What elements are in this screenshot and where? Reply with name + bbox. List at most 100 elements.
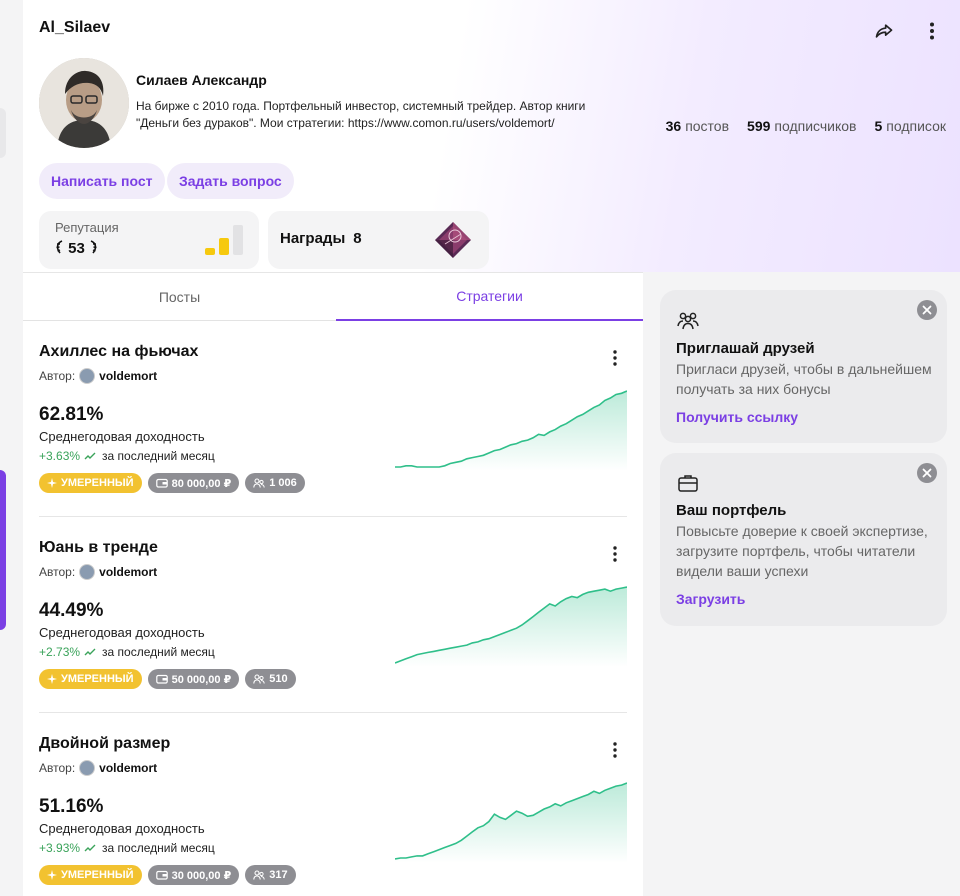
- close-icon: [922, 468, 932, 478]
- author-name[interactable]: voldemort: [99, 369, 157, 383]
- portfolio-title: Ваш портфель: [676, 502, 787, 519]
- month-change-value: +3.93%: [39, 841, 81, 855]
- reputation-card[interactable]: Репутация 53: [39, 211, 259, 269]
- posts-stat[interactable]: 36 постов: [666, 118, 729, 134]
- upload-portfolio-button[interactable]: Загрузить: [676, 591, 745, 607]
- strategy-yield-label: Среднегодовая доходность: [39, 429, 205, 444]
- min-amount-value: 30 000,00 ₽: [171, 869, 232, 882]
- min-amount-badge: 50 000,00 ₽: [147, 669, 240, 689]
- month-change-label: за последний месяц: [102, 449, 215, 463]
- profile-bio: На бирже с 2010 года. Портфельный инвест…: [136, 99, 586, 130]
- month-change-label: за последний месяц: [102, 841, 215, 855]
- strategy-card[interactable]: Ахиллес на фьючах Автор: voldemort 62.81…: [23, 321, 643, 517]
- chart-area: [395, 783, 627, 863]
- awards-label: Награды: [280, 230, 346, 247]
- strategy-title[interactable]: Двойной размер: [39, 735, 170, 753]
- sparkle-icon: [47, 478, 57, 488]
- strategy-card[interactable]: Двойной размер Автор: voldemort 51.16% С…: [23, 713, 643, 896]
- risk-badge: УМЕРЕННЫЙ: [39, 669, 142, 689]
- left-panel-edge: [0, 108, 6, 158]
- write-post-button[interactable]: Написать пост: [39, 163, 165, 199]
- people-icon: [253, 870, 265, 880]
- strategy-menu-button[interactable]: [603, 346, 627, 370]
- more-vertical-icon: [613, 350, 617, 366]
- trend-up-icon: [84, 648, 96, 656]
- subscribers-value: 510: [269, 673, 288, 685]
- strategy-yield-chart: [395, 390, 627, 471]
- posts-count: 36: [665, 118, 682, 134]
- close-invite-button[interactable]: [917, 300, 937, 320]
- left-promo-edge[interactable]: [0, 470, 6, 630]
- followers-count: 599: [747, 118, 771, 134]
- author-avatar: [79, 760, 96, 776]
- subscribers-badge: 317: [245, 865, 296, 885]
- strategy-yield-label: Среднегодовая доходность: [39, 625, 205, 640]
- strategy-title[interactable]: Ахиллес на фьючах: [39, 343, 198, 361]
- portfolio-card: Ваш портфель Повысьте доверие к своей эк…: [660, 453, 947, 626]
- sparkle-icon: [47, 674, 57, 684]
- author-avatar: [79, 368, 96, 384]
- author-label: Автор:: [39, 369, 76, 383]
- profile-stats: 36 постов 599 подписчиков 5 подписок: [666, 118, 946, 134]
- avatar[interactable]: [39, 58, 129, 148]
- tab-strategies[interactable]: Стратегии: [336, 273, 643, 321]
- min-amount-badge: 30 000,00 ₽: [147, 865, 240, 885]
- strategy-month-change: +2.73% за последний месяц: [39, 645, 215, 659]
- profile-full-name: Силаев Александр: [136, 72, 267, 88]
- following-stat[interactable]: 5 подписок: [875, 118, 947, 134]
- strategy-author: Автор: voldemort: [39, 564, 157, 580]
- followers-label: подписчиков: [774, 118, 857, 134]
- wallet-icon: [155, 870, 168, 880]
- reputation-value: 53: [68, 240, 85, 257]
- laurel-left-icon: [56, 240, 63, 254]
- people-icon: [253, 478, 265, 488]
- invite-title: Приглашай друзей: [676, 340, 815, 357]
- strategy-menu-button[interactable]: [603, 542, 627, 566]
- sparkle-icon: [47, 870, 57, 880]
- risk-badge: УМЕРЕННЫЙ: [39, 865, 142, 885]
- profile-username: Al_Silaev: [39, 19, 111, 36]
- risk-badge: УМЕРЕННЫЙ: [39, 473, 142, 493]
- award-badge-icon: [435, 222, 471, 258]
- close-portfolio-button[interactable]: [917, 463, 937, 483]
- min-amount-value: 80 000,00 ₽: [171, 477, 232, 490]
- tab-posts[interactable]: Посты: [23, 273, 336, 321]
- author-name[interactable]: voldemort: [99, 565, 157, 579]
- awards-card[interactable]: Награды 8: [268, 211, 489, 269]
- author-avatar: [79, 564, 96, 580]
- more-options-button[interactable]: [918, 17, 946, 45]
- wallet-icon: [155, 478, 168, 488]
- strategy-title[interactable]: Юань в тренде: [39, 539, 158, 557]
- strategy-badges: УМЕРЕННЫЙ 80 000,00 ₽ 1 006: [39, 473, 305, 493]
- subscribers-badge: 1 006: [245, 473, 305, 493]
- strategy-yield-label: Среднегодовая доходность: [39, 821, 205, 836]
- strategy-yield: 62.81%: [39, 404, 104, 425]
- posts-label: постов: [685, 118, 730, 134]
- strategy-card[interactable]: Юань в тренде Автор: voldemort 44.49% Ср…: [23, 517, 643, 713]
- risk-label: УМЕРЕННЫЙ: [61, 477, 134, 489]
- share-button[interactable]: [870, 17, 898, 45]
- following-count: 5: [874, 118, 883, 134]
- more-vertical-icon: [613, 742, 617, 758]
- strategy-author: Автор: voldemort: [39, 760, 157, 776]
- author-label: Автор:: [39, 565, 76, 579]
- share-icon: [875, 24, 893, 38]
- month-change-value: +2.73%: [39, 645, 81, 659]
- author-name[interactable]: voldemort: [99, 761, 157, 775]
- min-amount-badge: 80 000,00 ₽: [147, 473, 240, 493]
- followers-stat[interactable]: 599 подписчиков: [747, 118, 856, 134]
- min-amount-value: 50 000,00 ₽: [171, 673, 232, 686]
- get-link-button[interactable]: Получить ссылку: [676, 409, 798, 425]
- strategy-yield: 44.49%: [39, 600, 104, 621]
- briefcase-icon: [678, 475, 698, 492]
- strategy-yield-chart: [395, 586, 627, 667]
- strategy-menu-button[interactable]: [603, 738, 627, 762]
- reputation-value-row: 53: [55, 240, 98, 257]
- ask-question-button[interactable]: Задать вопрос: [167, 163, 294, 199]
- wallet-icon: [155, 674, 168, 684]
- subscribers-badge: 510: [245, 669, 296, 689]
- reputation-level-icon: [205, 223, 243, 255]
- invite-text: Пригласи друзей, чтобы в дальнейшем полу…: [676, 361, 932, 397]
- close-icon: [922, 305, 932, 315]
- strategy-month-change: +3.63% за последний месяц: [39, 449, 215, 463]
